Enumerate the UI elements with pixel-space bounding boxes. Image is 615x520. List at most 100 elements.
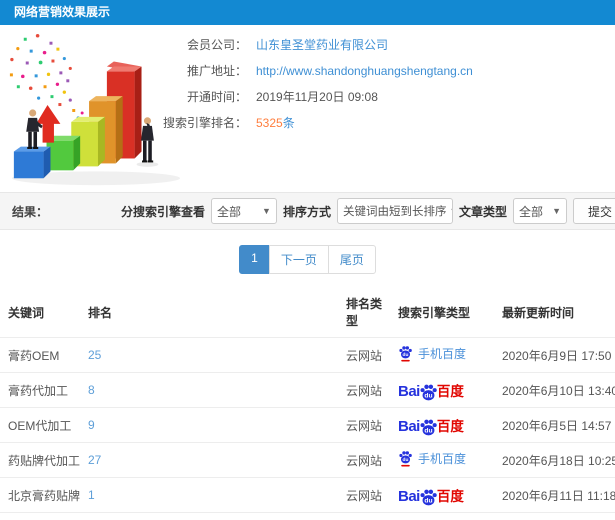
table-row: 药贴牌代加工 27 云网站 du 手机百度 Bai [0, 442, 615, 478]
table-row: 枣庄膏药加工 1,4,6 云网站 du 手机百度 Bai [0, 512, 615, 520]
result-label: 结果： [12, 204, 49, 219]
results-table: 关键词 排名 排名类型 搜索引擎类型 最新更新时间 膏药OEM 25 云网站 d… [0, 286, 615, 520]
rank-link[interactable]: 27 [88, 453, 101, 467]
sort-filter-select[interactable]: 关键词由短到长排序 ▼ [336, 198, 453, 224]
article-type-select[interactable]: 全部 ▼ [512, 198, 567, 224]
baidu-logo-bai: Bai [398, 383, 420, 400]
rank-unit: 条 [282, 116, 295, 130]
engine-cell: du 手机百度 Bai du 百度 [390, 442, 494, 478]
rank-cell: 1,4,6 [80, 512, 338, 520]
baidu-logo-bai: Bai [398, 488, 420, 505]
chevron-down-icon: ▼ [552, 206, 561, 216]
engine-rank-value[interactable]: 5325条 [256, 114, 295, 131]
bar-blue [13, 146, 51, 179]
sort-filter-label: 排序方式 [282, 204, 331, 219]
updated-cell: 2020年6月18日 10:25 [494, 442, 615, 478]
rank-cell: 25 [80, 337, 338, 373]
page-title: 网络营销效果展示 [14, 5, 111, 19]
chevron-down-icon: ▼ [449, 206, 452, 216]
engine-filter-value: 全部 [216, 204, 241, 219]
rank-link[interactable]: 1 [88, 488, 95, 502]
rank-type-cell: 云网站 [338, 477, 390, 513]
rank-type-cell: 云网站 [338, 512, 390, 520]
rank-type-cell: 云网站 [338, 442, 390, 478]
table-row: 膏药OEM 25 云网站 du 手机百度 Bai [0, 337, 615, 373]
baidu-logo: Bai du 百度 [398, 380, 464, 401]
promo-url-label: 推广地址： [186, 64, 247, 78]
updated-cell: 2020年6月10日 13:40 [494, 372, 615, 408]
article-type-label: 文章类型 [458, 204, 507, 219]
header-engine-type: 搜索引擎类型 [398, 305, 471, 320]
rank-count: 5325 [256, 116, 283, 130]
baidu-logo-cn: 百度 [436, 419, 464, 434]
rank-link[interactable]: 9 [88, 418, 95, 432]
rank-type-cell: 云网站 [338, 372, 390, 408]
rank-link[interactable]: 8 [88, 383, 95, 397]
company-row: 会员公司： 山东皇圣堂药业有限公司 [155, 36, 473, 53]
page-title-bar: 网络营销效果展示 [0, 0, 615, 25]
mobile-baidu-badge: du 手机百度 [398, 345, 466, 362]
company-link[interactable]: 山东皇圣堂药业有限公司 [256, 36, 388, 53]
engine-cell: du 手机百度 Bai du 百度 [390, 372, 494, 408]
svg-text:du: du [424, 498, 432, 505]
baidu-logo-cn: 百度 [436, 384, 464, 399]
sort-filter-value: 关键词由短到长排序 [342, 206, 447, 218]
rank-cell: 8 [80, 372, 338, 408]
open-time-value: 2019年11月20日 09:08 [256, 90, 378, 104]
promo-url-link[interactable]: http://www.shandonghuangshengtang.cn [256, 64, 473, 78]
engine-rank-row: 搜索引擎排名： 5325条 [155, 114, 473, 131]
svg-text:du: du [424, 428, 432, 435]
svg-text:du: du [403, 352, 409, 358]
keyword-cell: 膏药代加工 [0, 372, 80, 408]
page-last[interactable]: 尾页 [327, 245, 376, 274]
table-row: 北京膏药贴牌 1 云网站 du 手机百度 Bai [0, 477, 615, 513]
engine-cell: du 手机百度 Bai du 百度 [390, 512, 494, 520]
open-time-row: 开通时间： 2019年11月20日 09:08 [155, 88, 473, 105]
baidu-paw-icon: du [399, 451, 412, 467]
rank-cell: 1 [80, 477, 338, 513]
filter-bar: 结果： 分搜索引擎查看 全部 ▼ 排序方式 关键词由短到长排序 ▼ 文章类型 全… [0, 192, 615, 230]
keyword-cell: 药贴牌代加工 [0, 442, 80, 478]
rank-link[interactable]: 25 [88, 348, 101, 362]
rank-type-cell: 云网站 [338, 337, 390, 373]
info-section: 会员公司： 山东皇圣堂药业有限公司 推广地址： http://www.shand… [0, 25, 615, 192]
updated-cell: 2020年6月5日 14:57 [494, 407, 615, 443]
promo-url-row: 推广地址： http://www.shandonghuangshengtang.… [155, 62, 473, 79]
keyword-cell: 膏药OEM [0, 337, 80, 373]
baidu-logo-cn: 百度 [436, 489, 464, 504]
baidu-logo: Bai du 百度 [398, 415, 464, 436]
updated-cell: 2020年6月9日 17:50 [494, 337, 615, 373]
filter-controls: 分搜索引擎查看 全部 ▼ 排序方式 关键词由短到长排序 ▼ 文章类型 全部 ▼ … [121, 198, 615, 224]
table-row: 膏药代加工 8 云网站 du 手机百度 Bai [0, 372, 615, 408]
submit-button[interactable]: 提交 [572, 198, 615, 224]
baidu-paw-icon: du [399, 346, 412, 362]
engine-filter-label: 分搜索引擎查看 [120, 204, 205, 219]
keyword-cell: 枣庄膏药加工 [0, 512, 80, 520]
article-type-value: 全部 [518, 204, 543, 219]
rank-type-cell: 云网站 [338, 407, 390, 443]
header-keyword: 关键词 [8, 305, 45, 320]
pagination: 1 下一页 尾页 [0, 245, 615, 274]
baidu-paw-icon: du [420, 419, 437, 436]
keyword-cell: 北京膏药贴牌 [0, 477, 80, 513]
header-updated: 最新更新时间 [502, 305, 575, 320]
rank-cell: 9 [80, 407, 338, 443]
company-label: 会员公司： [186, 38, 247, 52]
table-body: 膏药OEM 25 云网站 du 手机百度 Bai [0, 337, 615, 520]
engine-filter-select[interactable]: 全部 ▼ [210, 198, 277, 224]
updated-cell: 2020年6月18日 10:19 [494, 512, 615, 520]
mobile-baidu-label: 手机百度 [418, 347, 467, 361]
baidu-logo-bai: Bai [398, 418, 420, 435]
engine-rank-label: 搜索引擎排名： [162, 116, 247, 130]
baidu-logo: Bai du 百度 [398, 485, 464, 506]
svg-text:du: du [403, 457, 409, 463]
page-current[interactable]: 1 [239, 245, 270, 274]
svg-text:du: du [424, 393, 432, 400]
keyword-cell: OEM代加工 [0, 407, 80, 443]
table-header-row: 关键词 排名 排名类型 搜索引擎类型 最新更新时间 [0, 286, 615, 338]
engine-cell: du 手机百度 Bai du 百度 [390, 337, 494, 373]
open-time-label: 开通时间： [186, 90, 247, 104]
rank-cell: 27 [80, 442, 338, 478]
engine-cell: du 手机百度 Bai du 百度 [390, 407, 494, 443]
page-next[interactable]: 下一页 [268, 245, 329, 274]
